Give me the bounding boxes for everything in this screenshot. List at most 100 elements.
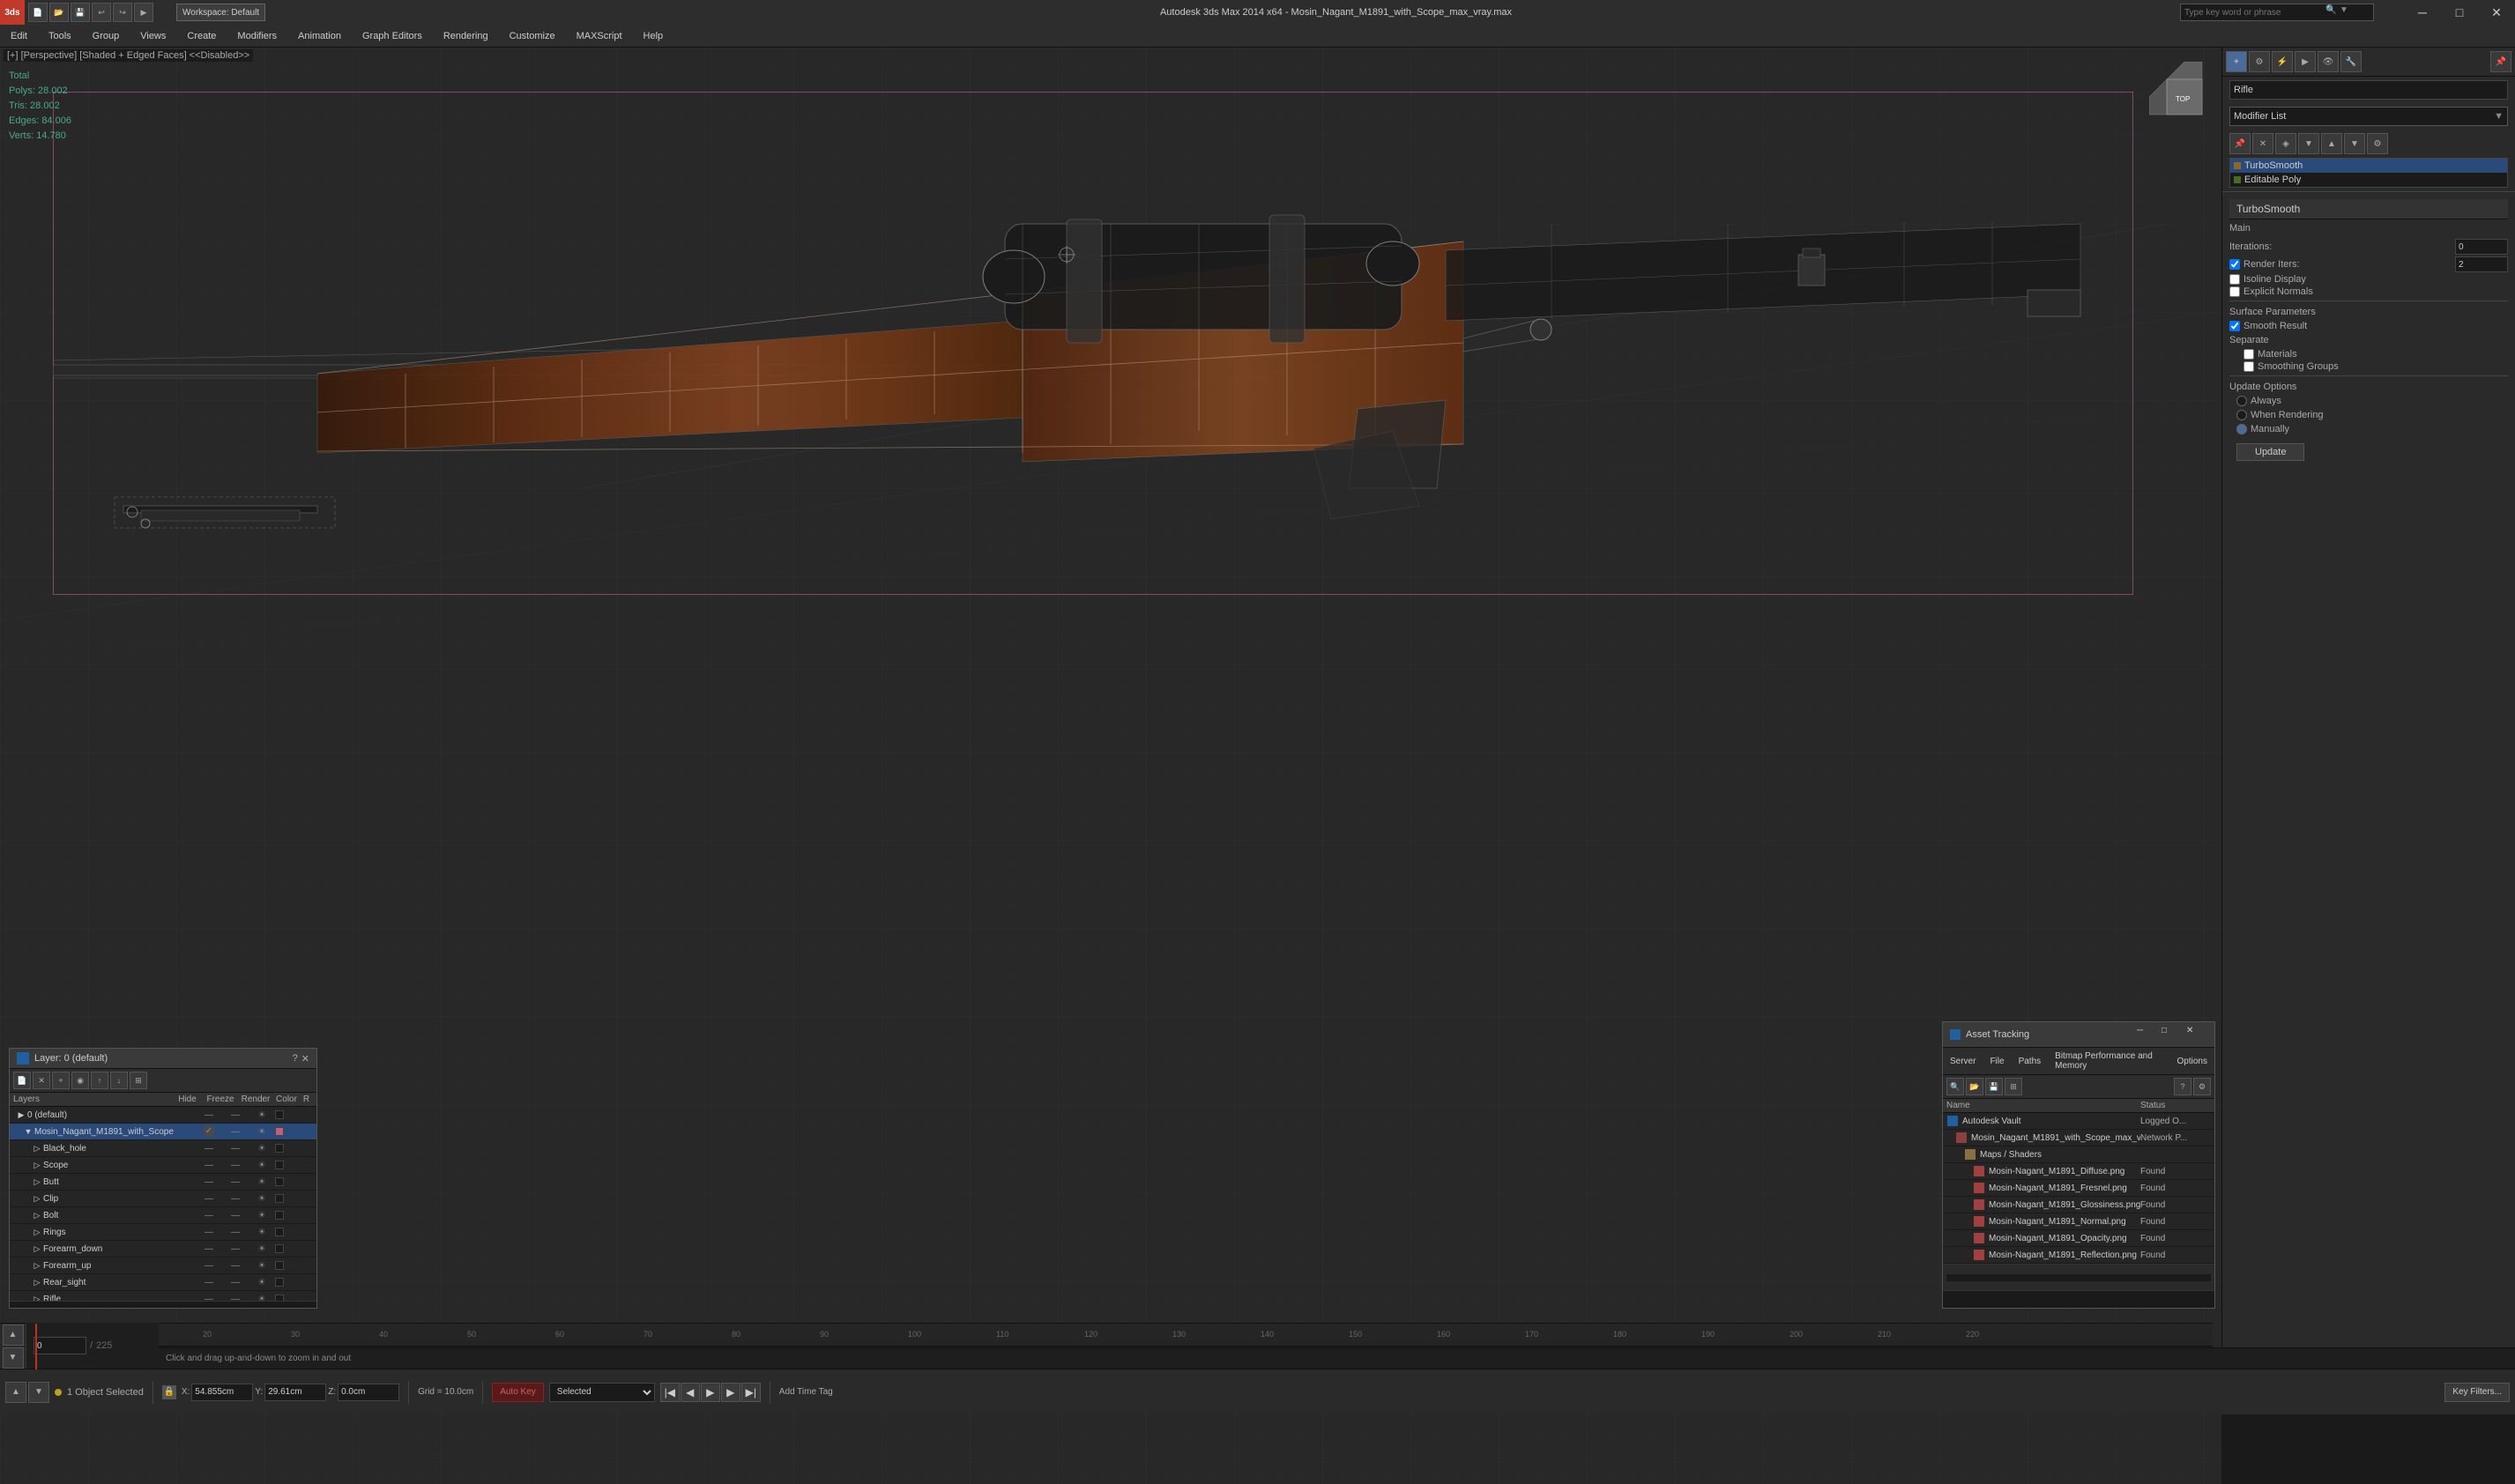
layer-render-blackhole[interactable]: ☀ [249, 1144, 275, 1154]
layer-hide-1[interactable]: ✓ [196, 1126, 222, 1137]
minimize-button[interactable]: ─ [2404, 0, 2441, 25]
pin-modifier-icon[interactable]: 📌 [2229, 133, 2251, 154]
statusbar-up-icon[interactable]: ▲ [5, 1382, 26, 1403]
asset-maximize-button[interactable]: □ [2162, 1026, 2183, 1043]
smooth-result-checkbox[interactable] [2229, 321, 2240, 331]
render-iters-input[interactable] [2455, 256, 2508, 272]
iterations-input[interactable] [2455, 239, 2508, 255]
z-coord-input[interactable] [338, 1384, 399, 1401]
delete-modifier-icon[interactable]: ✕ [2252, 133, 2273, 154]
layer-hide-0[interactable]: — [196, 1110, 222, 1120]
layer-freeze-scope[interactable]: — [222, 1161, 249, 1170]
asset-menu-options[interactable]: Options [2170, 1055, 2214, 1068]
layer-row-rifle[interactable]: ▷ Rifle — — ☀ [10, 1291, 316, 1301]
move-up-icon[interactable]: ▲ [2321, 133, 2342, 154]
layer-row-clip[interactable]: ▷ Clip — — ☀ [10, 1191, 316, 1207]
menu-rendering[interactable]: Rendering [433, 25, 499, 48]
layer-hide-butt[interactable]: — [196, 1177, 222, 1187]
layer-row-rings[interactable]: ▷ Rings — — ☀ [10, 1224, 316, 1241]
panel-tab-display[interactable]: 👁 [2318, 51, 2339, 72]
always-radio[interactable] [2236, 396, 2247, 406]
layers-help-button[interactable]: ? [293, 1053, 298, 1065]
menu-help[interactable]: Help [633, 25, 674, 48]
undo-icon[interactable]: ↩ [92, 3, 111, 22]
asset-row-reflection[interactable]: Mosin-Nagant_M1891_Reflection.png Found [1943, 1247, 2214, 1264]
search-option-icon[interactable]: ▼ [2340, 5, 2354, 19]
auto-key-button[interactable]: Auto Key [492, 1383, 544, 1402]
manually-radio[interactable] [2236, 424, 2247, 434]
layers-titlebar[interactable]: Layer: 0 (default) ? ✕ [10, 1049, 316, 1069]
config-icon[interactable]: ⚙ [2367, 133, 2388, 154]
panel-tab-modify[interactable]: ⚙ [2249, 51, 2270, 72]
layer-new-icon[interactable]: 📄 [13, 1072, 31, 1089]
asset-row-normal[interactable]: Mosin-Nagant_M1891_Normal.png Found [1943, 1213, 2214, 1230]
menu-customize[interactable]: Customize [499, 25, 566, 48]
menu-graph-editors[interactable]: Graph Editors [352, 25, 433, 48]
layer-color-scope[interactable] [275, 1161, 301, 1169]
search-box[interactable]: 🔍 ▼ [2180, 4, 2374, 21]
menu-maxscript[interactable]: MAXScript [566, 25, 633, 48]
collapse-all-icon[interactable]: ▼ [2298, 133, 2319, 154]
smoothing-groups-checkbox[interactable] [2243, 361, 2254, 372]
selected-dropdown[interactable]: Selected [549, 1383, 655, 1402]
update-button[interactable]: Update [2236, 443, 2304, 461]
explicit-normals-checkbox[interactable] [2229, 286, 2240, 297]
workspace-selector[interactable]: Workspace: Default [176, 4, 265, 21]
layers-close-button[interactable]: ✕ [301, 1053, 309, 1065]
new-file-icon[interactable]: 📄 [28, 3, 48, 22]
menu-animation[interactable]: Animation [287, 25, 352, 48]
asset-tb-icon-settings[interactable]: ⚙ [2193, 1078, 2211, 1095]
layers-scrollbar[interactable] [10, 1301, 316, 1308]
asset-row-opacity[interactable]: Mosin-Nagant_M1891_Opacity.png Found [1943, 1230, 2214, 1247]
when-rendering-radio[interactable] [2236, 410, 2247, 420]
modifier-list-dropdown[interactable]: Modifier List ▼ [2229, 107, 2508, 126]
panel-tab-utilities[interactable]: 🔧 [2340, 51, 2362, 72]
lock-icon[interactable]: 🔒 [162, 1385, 176, 1399]
layer-row-bolt[interactable]: ▷ Bolt — — ☀ [10, 1207, 316, 1224]
layer-freeze-blackhole[interactable]: — [222, 1144, 249, 1154]
maximize-button[interactable]: □ [2441, 0, 2478, 25]
layer-hide-blackhole[interactable]: — [196, 1144, 222, 1154]
timeline-up-btn[interactable]: ▲ [3, 1324, 24, 1346]
layer-render-scope[interactable]: ☀ [249, 1161, 275, 1170]
panel-pin[interactable]: 📌 [2490, 51, 2511, 72]
timeline-down-btn[interactable]: ▼ [3, 1347, 24, 1369]
layer-row-mosin[interactable]: ▼ Mosin_Nagant_M1891_with_Scope ✓ — ☀ [10, 1124, 316, 1140]
layer-row-default[interactable]: ▶ 0 (default) — — ☀ [10, 1107, 316, 1124]
current-frame-input[interactable] [33, 1337, 86, 1354]
layer-row-scope[interactable]: ▷ Scope — — ☀ [10, 1157, 316, 1174]
layer-freeze-butt[interactable]: — [222, 1177, 249, 1187]
isoline-checkbox[interactable] [2229, 274, 2240, 285]
nav-cube[interactable]: TOP [2149, 62, 2202, 115]
asset-menu-paths[interactable]: Paths [2012, 1055, 2049, 1068]
viewport[interactable] [0, 48, 2221, 1484]
menu-tools[interactable]: Tools [38, 25, 82, 48]
asset-row-diffuse[interactable]: Mosin-Nagant_M1891_Diffuse.png Found [1943, 1163, 2214, 1180]
layer-row-rear-sight[interactable]: ▷ Rear_sight — — ☀ [10, 1274, 316, 1291]
layer-render-butt[interactable]: ☀ [249, 1177, 275, 1187]
layer-row-butt[interactable]: ▷ Butt — — ☀ [10, 1174, 316, 1191]
layer-color-blackhole[interactable] [275, 1144, 301, 1153]
render-icon[interactable]: ▶ [134, 3, 153, 22]
layer-move-icon[interactable]: ↑ [91, 1072, 108, 1089]
asset-menu-file[interactable]: File [1983, 1055, 2011, 1068]
layer-add-icon[interactable]: + [52, 1072, 70, 1089]
asset-row-maps[interactable]: Maps / Shaders [1943, 1146, 2214, 1163]
layer-select-icon[interactable]: ◉ [71, 1072, 89, 1089]
layer-move-down-icon[interactable]: ↓ [110, 1072, 128, 1089]
layer-color-0[interactable] [275, 1110, 301, 1119]
materials-checkbox[interactable] [2243, 349, 2254, 360]
panel-tab-create[interactable]: ✦ [2226, 51, 2247, 72]
modifier-turbosmooth[interactable]: TurboSmooth [2230, 159, 2507, 173]
menu-modifiers[interactable]: Modifiers [227, 25, 287, 48]
layer-freeze-0[interactable]: — [222, 1110, 249, 1120]
move-down-icon[interactable]: ▼ [2344, 133, 2365, 154]
modifier-editable-poly[interactable]: Editable Poly [2230, 173, 2507, 187]
asset-minimize-button[interactable]: ─ [2137, 1026, 2158, 1043]
layer-row-blackhole[interactable]: ▷ Black_hole — — ☀ [10, 1140, 316, 1157]
render-iters-checkbox[interactable] [2229, 259, 2240, 270]
search-submit-icon[interactable]: 🔍 [2325, 5, 2340, 19]
asset-close-button[interactable]: ✕ [2186, 1026, 2207, 1043]
open-file-icon[interactable]: 📂 [49, 3, 69, 22]
panel-tab-hierarchy[interactable]: ⚡ [2272, 51, 2293, 72]
